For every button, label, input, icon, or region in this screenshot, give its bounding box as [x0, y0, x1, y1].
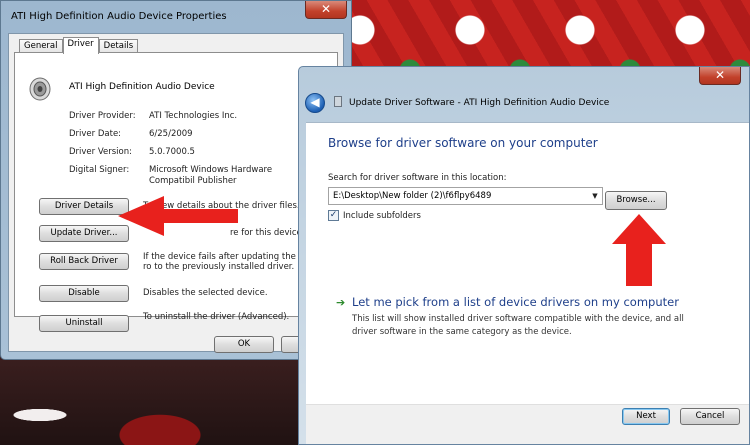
tab-details[interactable]: Details — [98, 39, 139, 53]
pick-from-list-desc: This list will show installed driver sof… — [352, 314, 684, 337]
page-heading: Browse for driver software on your compu… — [328, 136, 598, 150]
browse-button[interactable]: Browse... — [605, 191, 667, 210]
chevron-down-icon[interactable]: ▼ — [590, 188, 600, 204]
next-button[interactable]: Next — [622, 408, 670, 425]
device-icon — [334, 96, 342, 107]
pick-from-list-link[interactable]: Let me pick from a list of device driver… — [352, 295, 679, 309]
roll-back-driver-button[interactable]: Roll Back Driver — [39, 253, 129, 270]
tab-driver[interactable]: Driver — [62, 37, 99, 54]
search-location-label: Search for driver software in this locat… — [328, 173, 507, 183]
properties-client-area: General Driver Details ATI High Definiti… — [8, 33, 344, 353]
properties-titlebar[interactable]: ATI High Definition Audio Device Propert… — [1, 1, 351, 33]
uninstall-button[interactable]: Uninstall — [39, 315, 129, 332]
speaker-icon — [29, 77, 51, 101]
driver-tab-panel: ATI High Definition Audio Device Driver … — [14, 52, 338, 332]
tab-strip: General Driver Details — [19, 37, 139, 54]
tab-general[interactable]: General — [19, 39, 63, 53]
cancel-button[interactable]: Cancel — [680, 408, 740, 425]
include-subfolders-label[interactable]: Include subfolders — [343, 211, 421, 221]
ok-button[interactable]: OK — [214, 336, 274, 353]
close-icon[interactable]: ✕ — [305, 1, 347, 19]
update-driver-button[interactable]: Update Driver... — [39, 225, 129, 242]
green-arrow-icon: ➔ — [336, 296, 346, 309]
close-icon[interactable]: ✕ — [699, 67, 741, 85]
update-driver-window: ✕ ◀ Update Driver Software - ATI High De… — [298, 66, 750, 445]
disable-button[interactable]: Disable — [39, 285, 129, 302]
back-arrow-icon[interactable]: ◀ — [305, 93, 325, 113]
digital-signer-value: Microsoft Windows Hardware Compatibil Pu… — [149, 165, 273, 186]
driver-details-button[interactable]: Driver Details — [39, 198, 129, 215]
driver-date-value: 6/25/2009 — [149, 129, 193, 139]
driver-version-value: 5.0.7000.5 — [149, 147, 195, 157]
window-title: ATI High Definition Audio Device Propert… — [11, 11, 227, 22]
driver-provider-label: Driver Provider: — [69, 111, 136, 121]
driver-version-label: Driver Version: — [69, 147, 132, 157]
driver-date-label: Driver Date: — [69, 129, 122, 139]
search-location-value: E:\Desktop\New folder (2)\f6flpy6489 — [333, 191, 492, 201]
digital-signer-label: Digital Signer: — [69, 165, 130, 175]
desktop-background-bottom — [0, 355, 300, 445]
search-location-combobox[interactable]: E:\Desktop\New folder (2)\f6flpy6489 ▼ — [328, 187, 603, 205]
window-title: Update Driver Software - ATI High Defini… — [349, 98, 610, 108]
device-name: ATI High Definition Audio Device — [69, 82, 215, 92]
include-subfolders-checkbox[interactable]: ✓ — [328, 210, 339, 221]
wizard-content: Browse for driver software on your compu… — [306, 122, 749, 444]
driver-provider-value: ATI Technologies Inc. — [149, 111, 238, 121]
